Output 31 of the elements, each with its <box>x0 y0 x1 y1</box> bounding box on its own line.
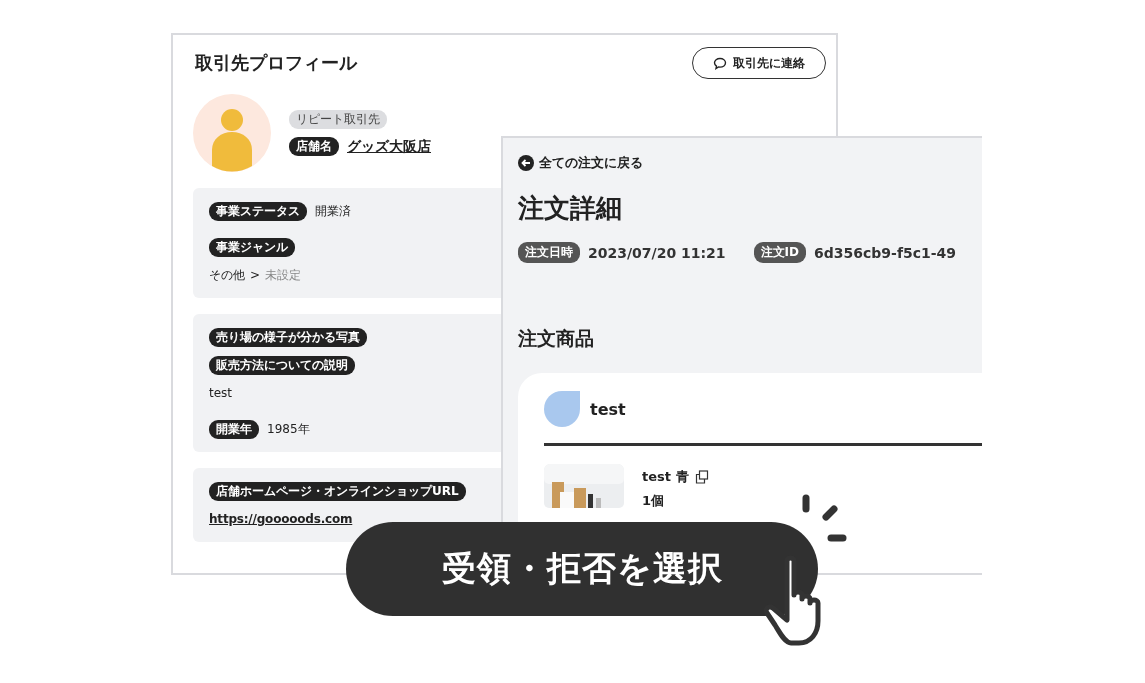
field-label: 販売方法についての説明 <box>209 355 355 375</box>
product-name: test 青 <box>642 468 689 486</box>
field-label: 売り場の様子が分かる写真 <box>209 327 367 347</box>
field-value: 1985年 <box>267 420 310 438</box>
field-label: 開業年 <box>209 419 259 439</box>
field-label: 注文ID <box>753 242 807 263</box>
section-title: 注文商品 <box>518 326 595 351</box>
copy-icon[interactable] <box>694 470 709 484</box>
contact-button[interactable]: 取引先に連絡 <box>692 47 826 79</box>
shop-logo-icon <box>544 391 580 427</box>
avatar-icon <box>193 94 271 172</box>
quantity: 1個 <box>642 492 666 510</box>
genre-text: > <box>250 268 261 282</box>
genre-text: 未設定 <box>265 266 302 284</box>
field-value: 6d356cb9-f5c1-49 <box>814 244 957 261</box>
field-label: 店舗名 <box>289 137 339 156</box>
field-label: 事業ジャンル <box>209 237 295 257</box>
field-label: 事業ステータス <box>209 201 307 221</box>
field-value: 2023/07/20 11:21 <box>588 244 726 261</box>
page-title: 取引先プロフィール <box>194 51 357 75</box>
field-label: 注文日時 <box>518 242 580 263</box>
repeat-tag: リピート取引先 <box>289 110 387 129</box>
genre-text: その他 <box>209 266 245 284</box>
field-value: test <box>209 386 233 400</box>
field-label: 店舗ホームページ・オンラインショップURL <box>209 481 466 501</box>
field-value: 開業済 <box>315 202 351 220</box>
chat-icon <box>713 56 727 70</box>
page-title: 注文詳細 <box>518 192 623 225</box>
back-link[interactable]: 全ての注文に戻る <box>518 154 643 172</box>
shop-name: test <box>590 399 626 419</box>
shop-name: グッズ大阪店 <box>347 137 431 156</box>
